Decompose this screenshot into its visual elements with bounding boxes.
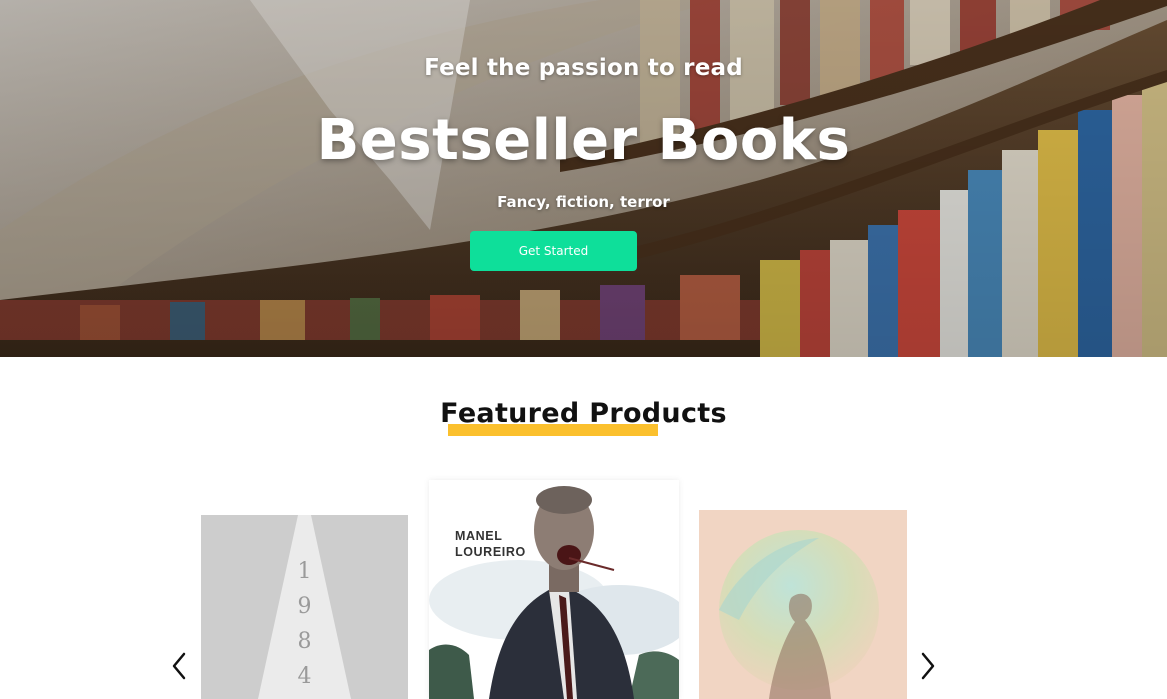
hero-title: Bestseller Books bbox=[316, 108, 851, 173]
book-card-third[interactable] bbox=[699, 510, 907, 699]
hero-content: Feel the passion to read Bestseller Book… bbox=[0, 0, 1167, 357]
book-author-text: MANEL LOUREIRO bbox=[455, 528, 535, 560]
featured-header: Featured Products bbox=[0, 398, 1167, 429]
get-started-button[interactable]: Get Started bbox=[470, 231, 637, 271]
featured-title: Featured Products bbox=[440, 398, 727, 429]
book-card-1984[interactable]: 1 9 8 4 bbox=[201, 515, 408, 699]
carousel-prev-button[interactable] bbox=[164, 646, 194, 686]
book-card-manel-loureiro[interactable]: MANEL LOUREIRO bbox=[429, 480, 679, 699]
hero-tagline: Feel the passion to read bbox=[424, 55, 743, 81]
book-cover-image bbox=[429, 480, 679, 699]
hero-subtitle: Fancy, fiction, terror bbox=[497, 193, 670, 211]
chevron-left-icon bbox=[172, 652, 186, 680]
author-line-first: MANEL bbox=[455, 529, 503, 543]
author-line-last: LOUREIRO bbox=[455, 545, 526, 559]
cover-digit: 8 bbox=[297, 629, 312, 654]
book-cover-image bbox=[699, 510, 907, 699]
cover-digit: 1 bbox=[297, 559, 312, 584]
hero-banner: Feel the passion to read Bestseller Book… bbox=[0, 0, 1167, 357]
cover-digit: 4 bbox=[297, 664, 312, 689]
cover-digit: 9 bbox=[297, 594, 312, 619]
chevron-right-icon bbox=[921, 652, 935, 680]
carousel-next-button[interactable] bbox=[913, 646, 943, 686]
